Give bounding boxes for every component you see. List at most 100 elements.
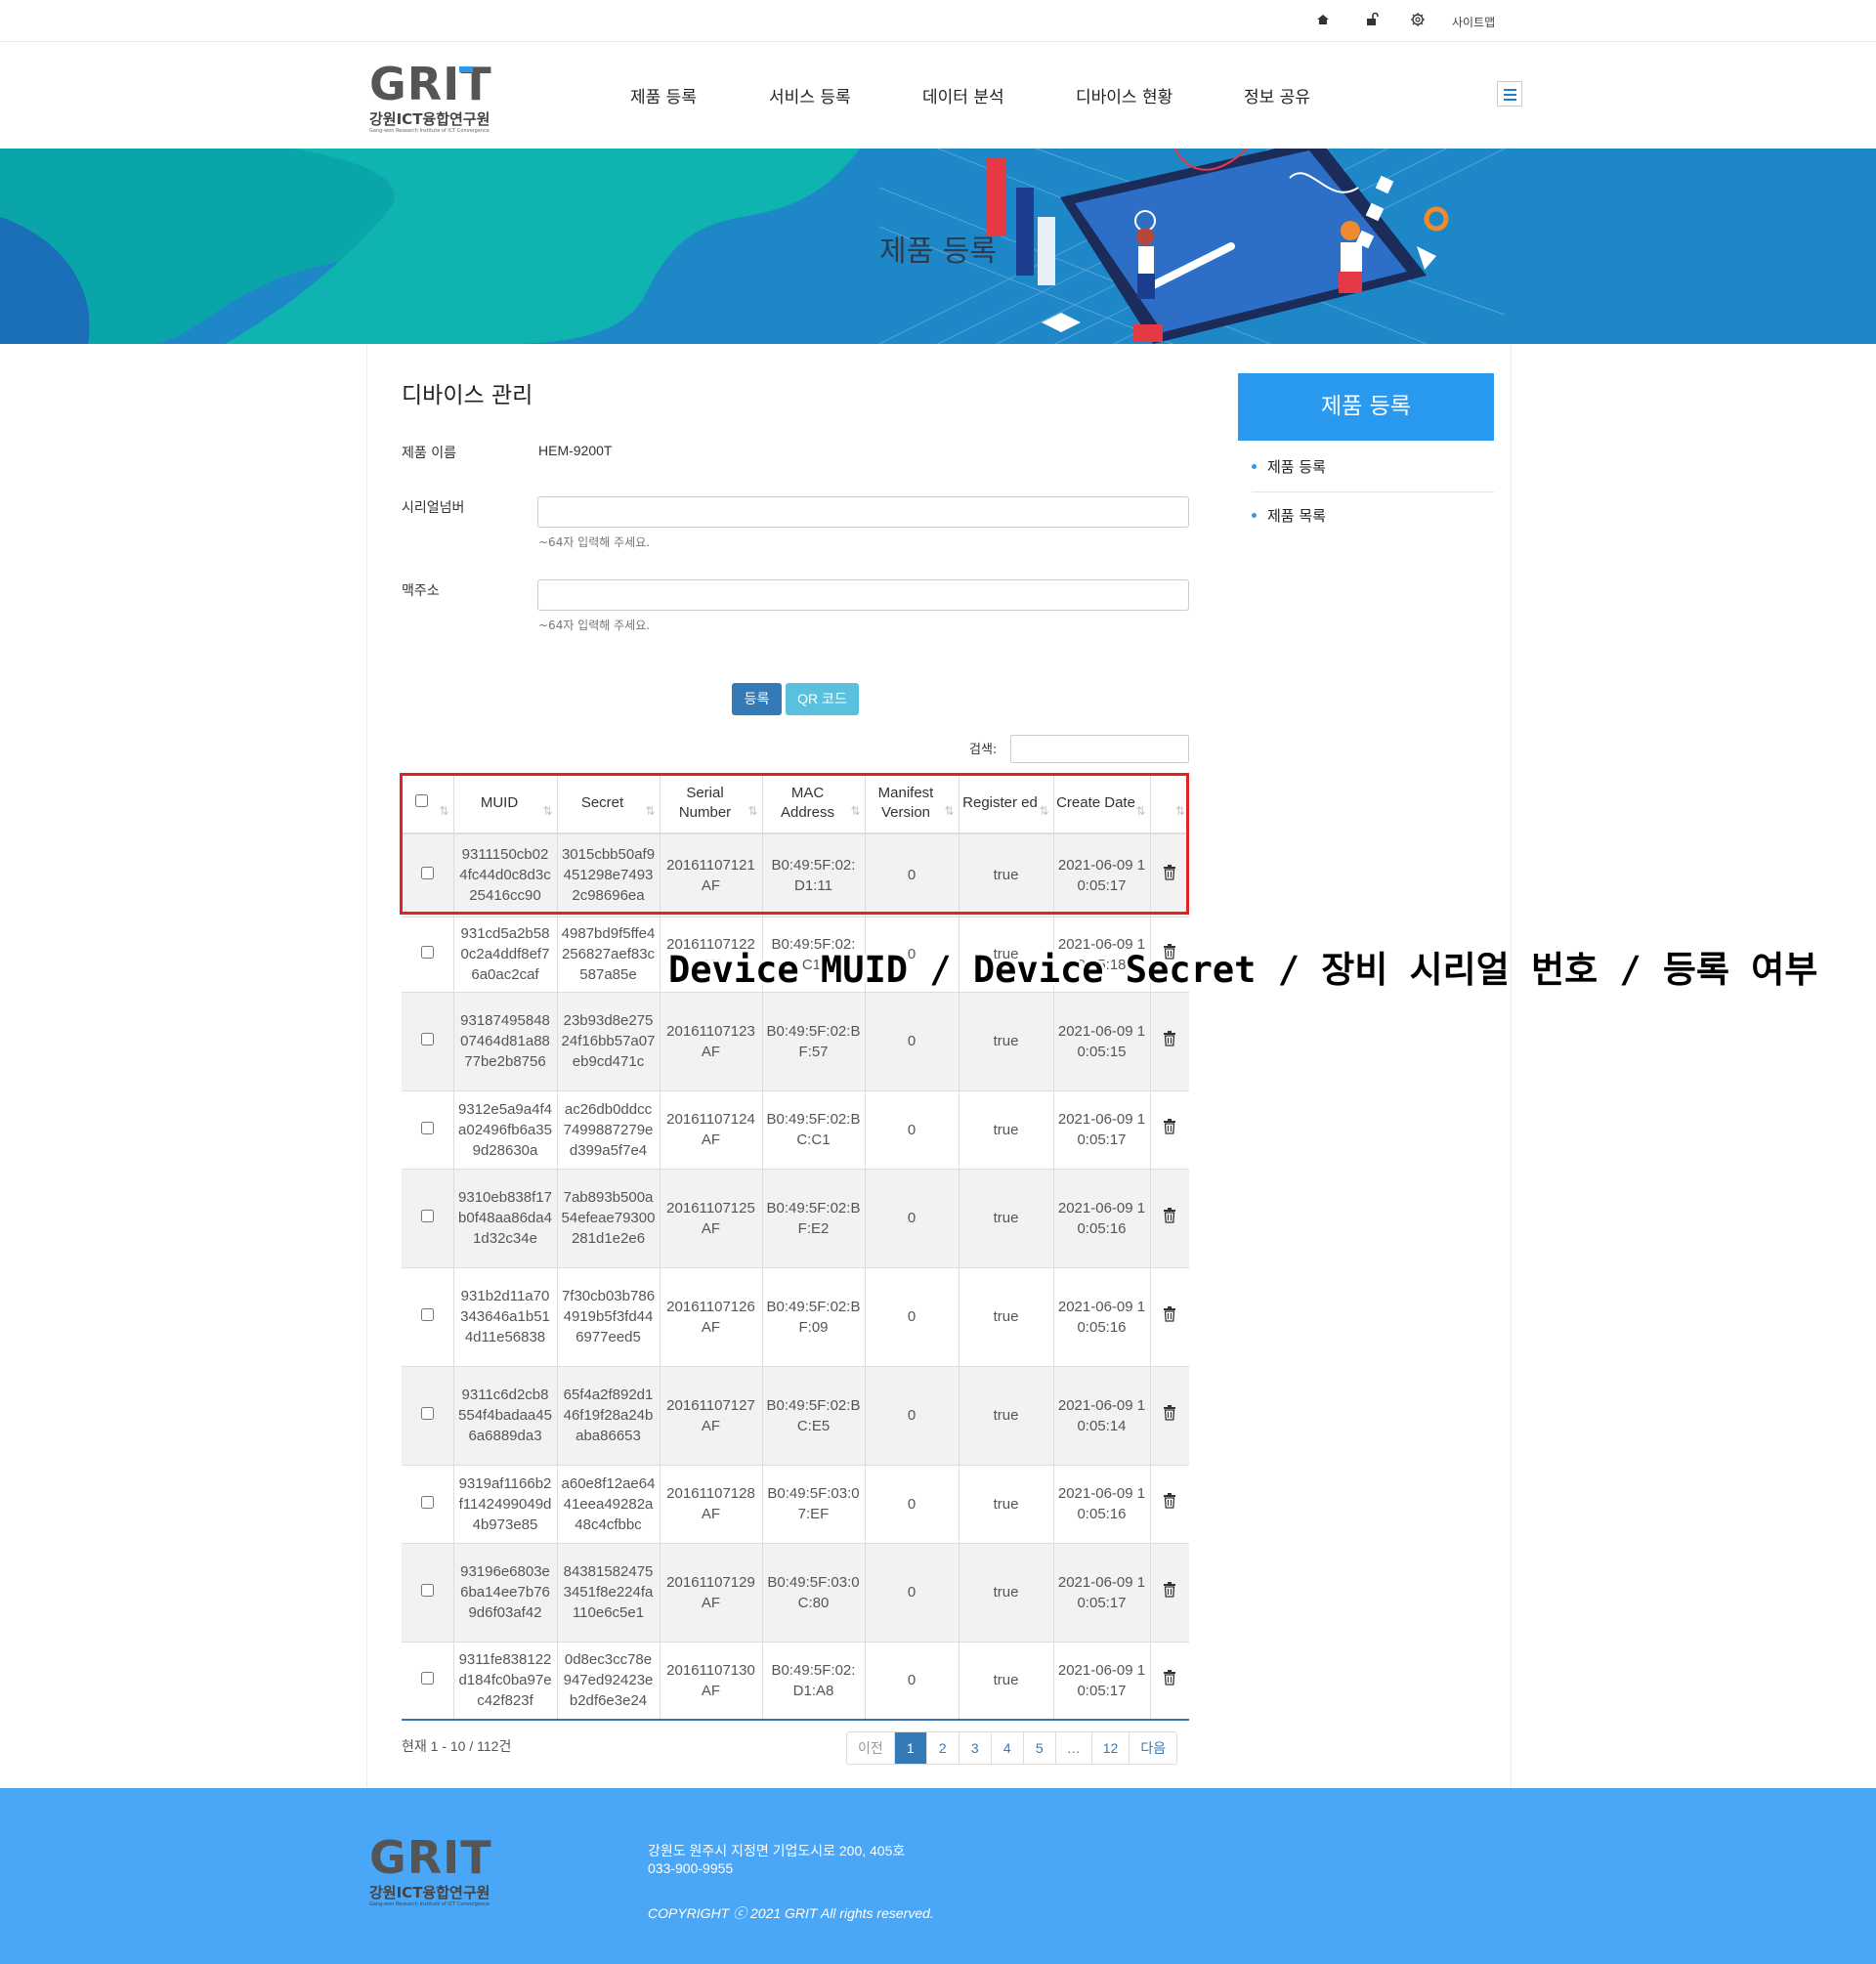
trash-icon[interactable] xyxy=(1162,1305,1177,1322)
bullet-icon xyxy=(1252,513,1257,518)
row-checkbox[interactable] xyxy=(420,1033,434,1046)
sort-icon[interactable]: ⇅ xyxy=(850,801,860,821)
lock-icon[interactable] xyxy=(1364,12,1382,29)
secret-cell: 843815824753451f8e224fa110e6c5e1 xyxy=(557,1543,661,1643)
column-header[interactable]: Manifest Version ⇅ xyxy=(865,774,959,834)
register-button[interactable]: 등록 xyxy=(732,683,782,715)
sitemap-link[interactable]: 사이트맵 xyxy=(1452,14,1495,30)
pagination-page[interactable]: 12 xyxy=(1092,1732,1130,1764)
manifest-cell: 0 xyxy=(865,992,959,1091)
created-cell: 2021-06-09 10:05:17 xyxy=(1053,833,1151,918)
registered-cell: true xyxy=(959,1090,1054,1170)
row-checkbox[interactable] xyxy=(420,1210,434,1222)
row-actions-cell xyxy=(1150,1267,1189,1367)
table-row[interactable]: 931b2d11a70343646a1b514d11e56838 7f30cb03… xyxy=(402,1267,1189,1367)
section-title: 디바이스 관리 xyxy=(402,383,533,408)
table-row[interactable]: 9311fe838122d184fc0ba97ec42f823f 0d8ec3cc… xyxy=(402,1642,1189,1721)
column-header[interactable]: MUID ⇅ xyxy=(453,774,558,834)
row-checkbox[interactable] xyxy=(420,1584,434,1597)
row-select-cell xyxy=(402,1465,454,1544)
logo-subtitle: 강원ICT융합연구원 xyxy=(369,110,490,128)
bullet-icon xyxy=(1252,464,1257,469)
created-cell: 2021-06-09 10:05:14 xyxy=(1053,1366,1151,1466)
trash-icon[interactable] xyxy=(1162,1404,1177,1421)
sort-icon[interactable]: ⇅ xyxy=(747,801,757,821)
banner-title: 제품 등록 xyxy=(879,235,997,269)
column-header[interactable]: MAC Address ⇅ xyxy=(762,774,866,834)
trash-icon[interactable] xyxy=(1162,1119,1177,1134)
row-checkbox[interactable] xyxy=(420,946,434,959)
table-row[interactable]: 9312e5a9a4f4a02496fb6a359d28630a ac26db0d… xyxy=(402,1090,1189,1170)
mac-cell: B0:49:5F:02:BF:57 xyxy=(762,992,866,1091)
registered-cell: true xyxy=(959,1169,1054,1268)
nav-data-analysis[interactable]: 데이터 분석 xyxy=(922,83,1004,107)
mac-cell: B0:49:5F:02:BF:09 xyxy=(762,1267,866,1367)
row-checkbox[interactable] xyxy=(420,1308,434,1321)
row-select-cell xyxy=(402,992,454,1091)
serial-cell: 20161107123AF xyxy=(660,992,763,1091)
pagination-page[interactable]: 1 xyxy=(894,1732,927,1764)
trash-icon[interactable] xyxy=(1162,1493,1177,1509)
table-row[interactable]: 9318749584807464d81a8877be2b8756 23b93d8e… xyxy=(402,992,1189,1091)
trash-icon[interactable] xyxy=(1162,1207,1177,1223)
table-row[interactable]: 93196e6803e6ba14ee7b769d6f03af42 84381582… xyxy=(402,1543,1189,1643)
nav-product-register[interactable]: 제품 등록 xyxy=(630,83,697,107)
column-header[interactable]: Secret ⇅ xyxy=(557,774,661,834)
product-name-value: HEM-9200T xyxy=(538,443,613,458)
trash-icon[interactable] xyxy=(1162,1669,1177,1686)
sort-icon[interactable]: ⇅ xyxy=(1175,801,1185,821)
search-input[interactable] xyxy=(1010,735,1189,763)
table-row[interactable]: 9311c6d2cb8554f4badaa456a6889da3 65f4a2f8… xyxy=(402,1366,1189,1466)
sort-icon[interactable]: ⇅ xyxy=(439,801,448,821)
sidebar-item-product-list[interactable]: 제품 목록 xyxy=(1252,493,1494,540)
pagination-next[interactable]: 다음 xyxy=(1130,1732,1176,1764)
sidebar-item-product-register[interactable]: 제품 등록 xyxy=(1252,445,1494,492)
table-row[interactable]: 9311150cb024fc44d0c8d3c25416cc90 3015cbb5… xyxy=(402,833,1189,918)
logo-tagline: Gang-won Research Institute of ICT Conve… xyxy=(369,128,490,134)
home-icon[interactable] xyxy=(1315,12,1333,29)
column-header[interactable]: Serial Number ⇅ xyxy=(660,774,763,834)
table-row[interactable]: 9310eb838f17b0f48aa86da41d32c34e 7ab893b5… xyxy=(402,1169,1189,1268)
row-checkbox[interactable] xyxy=(420,1407,434,1420)
menu-icon[interactable] xyxy=(1497,81,1522,107)
sort-icon[interactable]: ⇅ xyxy=(542,801,552,821)
pagination-page[interactable]: 5 xyxy=(1024,1732,1056,1764)
qr-code-button[interactable]: QR 코드 xyxy=(786,683,859,715)
row-checkbox[interactable] xyxy=(420,1121,434,1134)
nav-info-share[interactable]: 정보 공유 xyxy=(1244,83,1310,107)
pagination-prev[interactable]: 이전 xyxy=(847,1732,895,1764)
sort-icon[interactable]: ⇅ xyxy=(1135,801,1145,821)
serial-input[interactable] xyxy=(537,496,1189,528)
sort-icon[interactable]: ⇅ xyxy=(645,801,655,821)
table-row[interactable]: 9319af1166b2f1142499049d4b973e85 a60e8f12… xyxy=(402,1465,1189,1544)
serial-cell: 20161107128AF xyxy=(660,1465,763,1544)
sort-icon[interactable]: ⇅ xyxy=(1039,801,1048,821)
mac-cell: B0:49:5F:03:0C:80 xyxy=(762,1543,866,1643)
trash-icon[interactable] xyxy=(1162,1581,1177,1598)
manifest-cell: 0 xyxy=(865,833,959,918)
row-actions-cell xyxy=(1150,1642,1189,1721)
gear-icon[interactable] xyxy=(1410,12,1428,29)
product-name-label: 제품 이름 xyxy=(402,446,456,461)
column-header[interactable]: Register ed ⇅ xyxy=(959,774,1054,834)
row-checkbox[interactable] xyxy=(420,867,434,880)
pagination-page[interactable]: 3 xyxy=(959,1732,992,1764)
serial-cell: 20161107129AF xyxy=(660,1543,763,1643)
sort-icon[interactable]: ⇅ xyxy=(944,801,954,821)
pagination-page[interactable]: 4 xyxy=(992,1732,1024,1764)
row-select-cell xyxy=(402,1267,454,1367)
pagination-page[interactable]: 2 xyxy=(927,1732,959,1764)
nav-device-status[interactable]: 디바이스 현황 xyxy=(1076,83,1172,107)
nav-service-register[interactable]: 서비스 등록 xyxy=(769,83,851,107)
footer-logo: GRIT 강원ICT융합연구원 Gang-won Research Instit… xyxy=(369,1831,511,1907)
column-header[interactable]: Create Date ⇅ xyxy=(1053,774,1151,834)
trash-icon[interactable] xyxy=(1162,1030,1177,1046)
select-all-checkbox[interactable] xyxy=(414,794,428,807)
sidebar-item-label: 제품 목록 xyxy=(1267,507,1326,525)
logo[interactable]: GRIT 강원ICT융합연구원 Gang-won Research Instit… xyxy=(369,58,511,134)
trash-icon[interactable] xyxy=(1162,864,1177,880)
row-checkbox[interactable] xyxy=(420,1495,434,1509)
mac-input[interactable] xyxy=(537,579,1189,611)
mac-cell: B0:49:5F:02:BF:E2 xyxy=(762,1169,866,1268)
row-checkbox[interactable] xyxy=(420,1672,434,1686)
